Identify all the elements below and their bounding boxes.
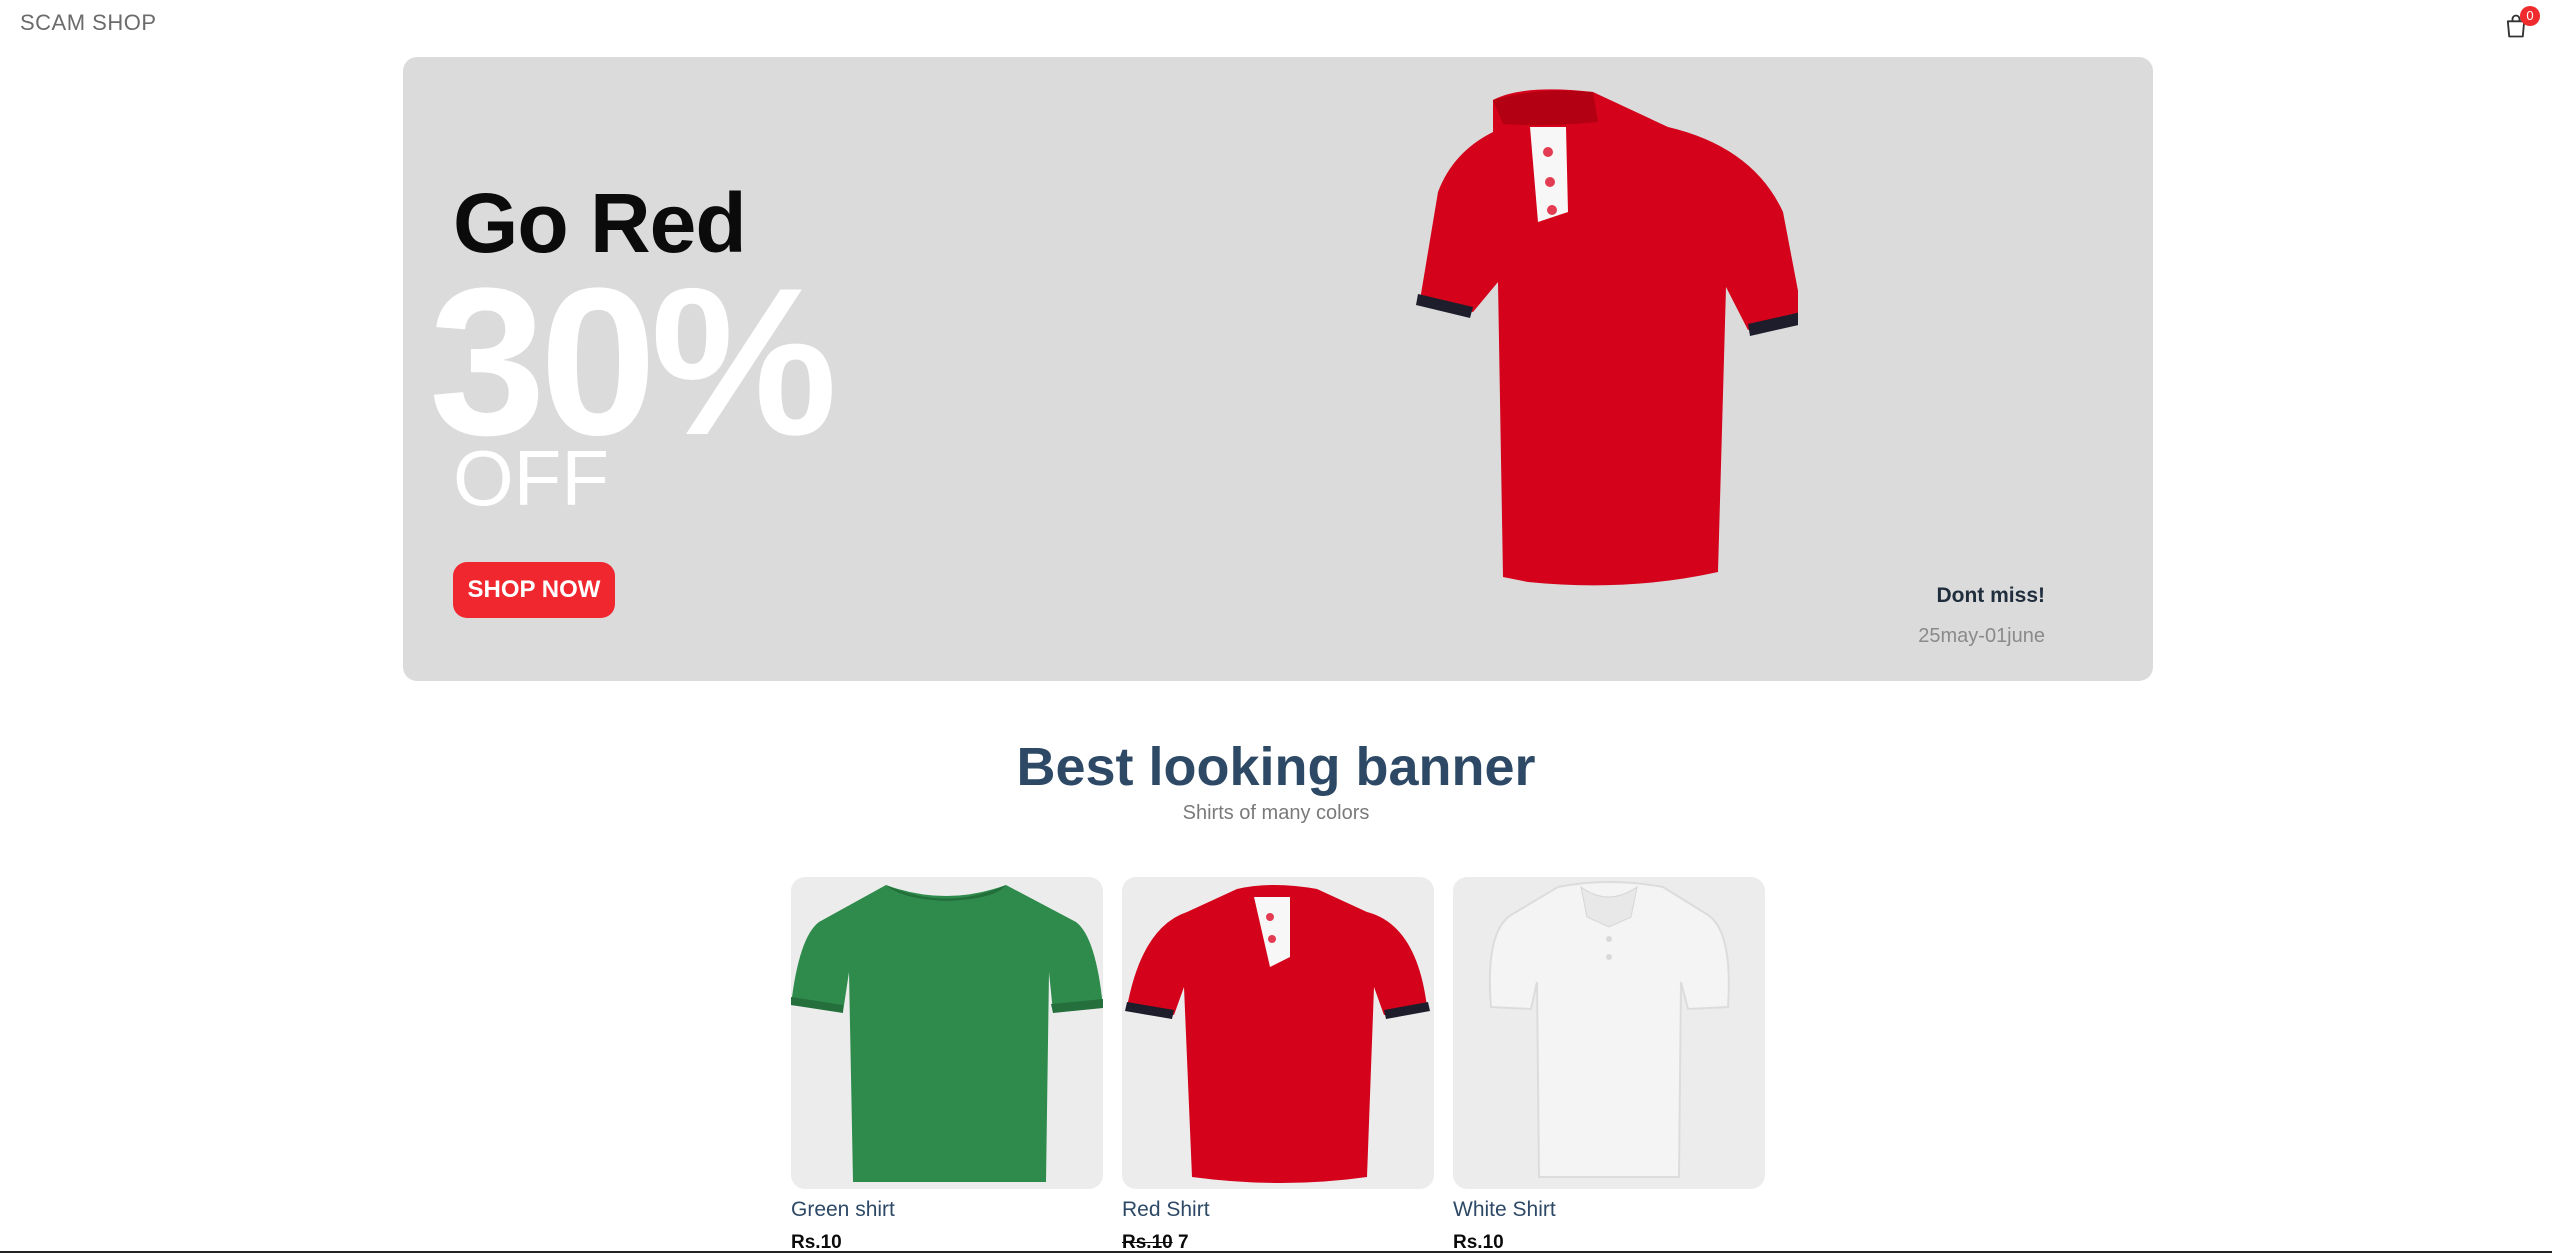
green-shirt-image <box>791 885 1103 1182</box>
red-shirt-image <box>1125 885 1430 1183</box>
product-old-price: Rs.10 <box>1122 1232 1173 1253</box>
section-subtitle: Shirts of many colors <box>1182 802 1370 824</box>
site-logo[interactable]: SCAM SHOP <box>20 10 157 36</box>
product-price: Rs.10 <box>791 1232 842 1253</box>
product-price: Rs.10 <box>1453 1232 1504 1253</box>
hero-date-range: 25may-01june <box>1918 625 2045 647</box>
cart-button[interactable]: 0 <box>2502 6 2540 42</box>
product-name[interactable]: White Shirt <box>1453 1198 1765 1222</box>
product-image[interactable] <box>791 877 1103 1189</box>
product-new-price: 7 <box>1177 1232 1189 1253</box>
hero-shirt-image <box>1416 89 1798 586</box>
hero-off-text: OFF <box>453 434 609 522</box>
product-name[interactable]: Green shirt <box>791 1198 1103 1222</box>
shop-now-button[interactable]: SHOP NOW <box>453 562 615 618</box>
product-card-red[interactable]: Red Shirt Rs.10 7 <box>1122 877 1434 1253</box>
section-title: Best looking banner <box>1016 737 1536 797</box>
product-price: Rs.10 7 <box>1122 1232 1434 1253</box>
navbar: SCAM SHOP 0 <box>0 0 2552 48</box>
product-name[interactable]: Red Shirt <box>1122 1198 1434 1222</box>
hero-note: Dont miss! <box>1936 584 2045 607</box>
product-card-green[interactable]: Green shirt Rs.10 <box>791 877 1103 1253</box>
product-card-white[interactable]: White Shirt Rs.10 <box>1453 877 1765 1253</box>
product-image[interactable] <box>1122 877 1434 1189</box>
product-image[interactable] <box>1453 877 1765 1189</box>
cart-count-badge: 0 <box>2520 6 2540 26</box>
white-shirt-image <box>1488 881 1730 1178</box>
hero-banner: Go Red 30% OFF SHOP NOW Dont miss! 25may… <box>403 57 2153 681</box>
